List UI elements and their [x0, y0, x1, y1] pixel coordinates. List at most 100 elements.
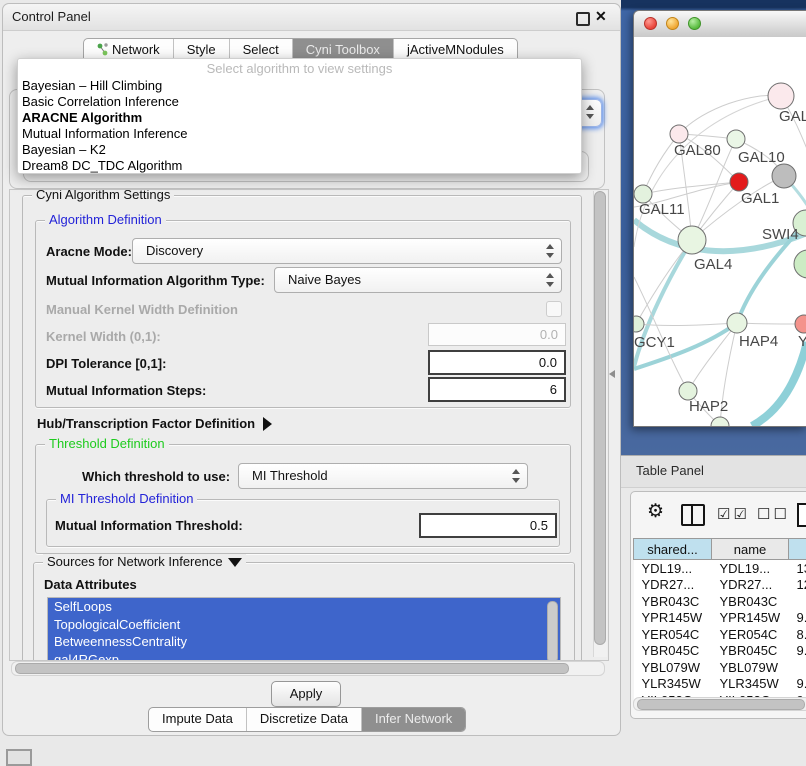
- attribute-item[interactable]: SelfLoops: [48, 598, 560, 616]
- algorithm-option[interactable]: Dream8 DC_TDC Algorithm: [18, 158, 581, 174]
- apply-button[interactable]: Apply: [271, 681, 341, 707]
- table-cell: 8.: [789, 626, 806, 643]
- tab-label: Style: [187, 42, 216, 57]
- table-horizontal-scrollbar[interactable]: [633, 697, 806, 711]
- network-edge[interactable]: [643, 182, 739, 194]
- tab-impute-data[interactable]: Impute Data: [149, 708, 246, 731]
- network-edge[interactable]: [752, 342, 806, 426]
- network-node[interactable]: [730, 173, 748, 191]
- algorithm-option[interactable]: Bayesian – Hill Climbing: [18, 78, 581, 94]
- dpi-tolerance-field[interactable]: 0.0: [428, 350, 566, 375]
- network-edge[interactable]: [634, 96, 781, 247]
- network-node[interactable]: [727, 130, 745, 148]
- zoom-traffic-light-icon[interactable]: [688, 17, 701, 30]
- attribute-item[interactable]: gal4RGexp: [48, 651, 560, 662]
- network-node[interactable]: [678, 226, 706, 254]
- hub-definition-toggle[interactable]: Hub/Transcription Factor Definition: [37, 416, 272, 431]
- table-cell: YDL19...: [712, 560, 789, 577]
- column-header[interactable]: name: [712, 539, 789, 560]
- network-node[interactable]: [634, 316, 644, 332]
- table-row[interactable]: YER054CYER054C8.: [634, 626, 806, 643]
- cyni-algorithm-settings-group: Cyni Algorithm Settings Algorithm Defini…: [22, 195, 582, 661]
- mi-threshold-label: Mutual Information Threshold:: [55, 518, 243, 533]
- table-cell: YBR043C: [712, 593, 789, 610]
- settings-vertical-scrollbar[interactable]: [593, 191, 607, 657]
- hub-definition-label: Hub/Transcription Factor Definition: [37, 416, 255, 431]
- settings-scrollpane: Cyni Algorithm Settings Algorithm Defini…: [9, 189, 609, 661]
- table-cell: YDL19...: [634, 560, 712, 577]
- algorithm-option[interactable]: Mutual Information Inference: [18, 126, 581, 142]
- expanded-arrow-icon: [228, 558, 242, 567]
- network-view-window[interactable]: GALGAL80GAL10GAL1GAL11SWI4GAL4GCY1HAP4YH…: [633, 10, 806, 427]
- algorithm-option[interactable]: Basic Correlation Inference: [18, 94, 581, 110]
- control-panel: Control Panel ✕ NetworkStyleSelectCyni T…: [2, 3, 621, 736]
- kernel-width-field[interactable]: 0.0: [428, 323, 566, 346]
- mi-threshold-group: MI Threshold Definition Mutual Informati…: [46, 499, 560, 547]
- threshold-definition-title: Threshold Definition: [45, 436, 169, 451]
- gear-icon[interactable]: ⚙: [647, 502, 664, 522]
- checked-boxes-icon[interactable]: ☑☑: [717, 505, 750, 523]
- column-selector-icon[interactable]: [681, 504, 705, 526]
- node-label: GAL1: [741, 190, 779, 207]
- minimize-traffic-light-icon[interactable]: [666, 17, 679, 30]
- table-row[interactable]: YBR045CYBR045C9.: [634, 643, 806, 660]
- network-edge[interactable]: [636, 323, 737, 326]
- list-scrollbar[interactable]: [547, 601, 558, 661]
- tab-label: Network: [112, 42, 160, 57]
- column-header[interactable]: [789, 539, 806, 560]
- table-row[interactable]: YBL079WYBL079W: [634, 659, 806, 676]
- tab-infer-network[interactable]: Infer Network: [361, 708, 465, 731]
- dpi-tolerance-label: DPI Tolerance [0,1]:: [46, 356, 166, 371]
- document-icon[interactable]: [797, 503, 806, 527]
- attribute-item[interactable]: BetweennessCentrality: [48, 633, 560, 651]
- network-node[interactable]: [794, 250, 806, 278]
- splitter-handle[interactable]: [609, 370, 615, 378]
- algorithm-option[interactable]: ARACNE Algorithm: [18, 110, 581, 126]
- tab-discretize-data[interactable]: Discretize Data: [246, 708, 361, 731]
- table-row[interactable]: YPR145WYPR145W9.: [634, 610, 806, 627]
- column-header[interactable]: shared...: [634, 539, 712, 560]
- table-cell: 13: [789, 560, 806, 577]
- network-node[interactable]: [795, 315, 806, 333]
- table-cell: YLR345W: [712, 676, 789, 693]
- table-cell: YBR045C: [712, 643, 789, 660]
- tab-label: Select: [243, 42, 279, 57]
- manual-kernel-checkbox[interactable]: [546, 301, 562, 317]
- network-node[interactable]: [768, 83, 794, 109]
- sources-group-title[interactable]: Sources for Network Inference: [43, 554, 246, 569]
- attribute-item[interactable]: TopologicalCoefficient: [48, 616, 560, 634]
- close-traffic-light-icon[interactable]: [644, 17, 657, 30]
- table-cell: YDR27...: [712, 577, 789, 594]
- kernel-width-label: Kernel Width (0,1):: [46, 329, 161, 344]
- network-node[interactable]: [727, 313, 747, 333]
- table-cell: YBL079W: [634, 659, 712, 676]
- which-threshold-label: Which threshold to use:: [82, 469, 230, 484]
- algorithm-option[interactable]: Bayesian – K2: [18, 142, 581, 158]
- algorithm-definition-group: Algorithm Definition Aracne Mode: Discov…: [35, 220, 571, 408]
- node-label: GAL80: [674, 142, 721, 159]
- tab-label: Cyni Toolbox: [306, 42, 380, 57]
- table-row[interactable]: YBR043CYBR043C: [634, 593, 806, 610]
- node-attribute-table[interactable]: shared...name YDL19...YDL19...13YDR27...…: [633, 538, 806, 709]
- settings-horizontal-scrollbar[interactable]: [11, 661, 605, 676]
- mi-threshold-field[interactable]: 0.5: [419, 513, 557, 538]
- aracne-mode-combo[interactable]: Discovery: [132, 238, 562, 264]
- table-cell: 9.: [789, 676, 806, 693]
- unchecked-boxes-icon[interactable]: ☐☐: [757, 505, 790, 523]
- data-attributes-list[interactable]: SelfLoopsTopologicalCoefficientBetweenne…: [47, 597, 561, 661]
- close-icon[interactable]: ✕: [595, 8, 607, 25]
- network-node[interactable]: [711, 417, 729, 426]
- mi-type-combo[interactable]: Naive Bayes: [274, 267, 562, 293]
- network-node[interactable]: [772, 164, 796, 188]
- network-window-titlebar[interactable]: [634, 11, 806, 38]
- network-node[interactable]: [670, 125, 688, 143]
- float-icon[interactable]: [576, 12, 590, 26]
- table-row[interactable]: YDR27...YDR27...12: [634, 577, 806, 594]
- network-canvas[interactable]: GALGAL80GAL10GAL1GAL11SWI4GAL4GCY1HAP4YH…: [634, 37, 806, 426]
- mi-steps-field[interactable]: 6: [428, 377, 566, 402]
- table-panel: ⚙ ☑☑ ☐☐ shared...name YDL19...YDL19...13…: [630, 491, 806, 719]
- table-row[interactable]: YLR345WYLR345W9.: [634, 676, 806, 693]
- minimized-panel-icon[interactable]: [6, 749, 32, 766]
- which-threshold-combo[interactable]: MI Threshold: [238, 463, 528, 489]
- table-row[interactable]: YDL19...YDL19...13: [634, 560, 806, 577]
